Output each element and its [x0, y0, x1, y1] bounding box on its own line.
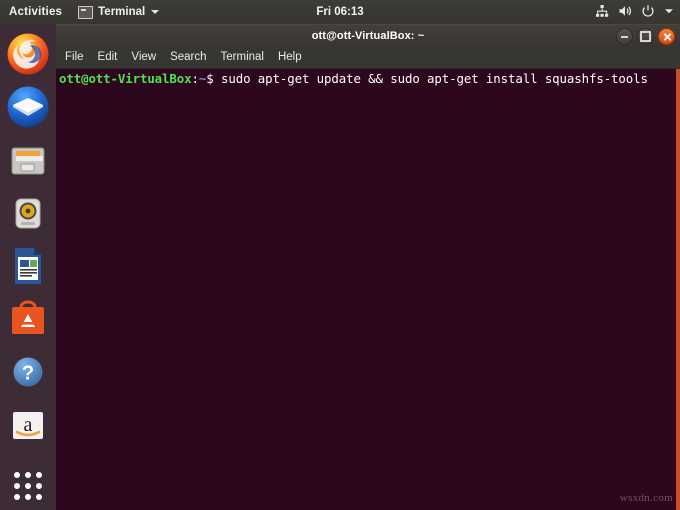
launcher-item-firefox[interactable]	[4, 30, 52, 77]
launcher-item-amazon[interactable]: a	[4, 402, 52, 449]
terminal-output-area[interactable]: ott@ott-VirtualBox:~$ sudo apt-get updat…	[56, 69, 680, 510]
terminal-icon	[78, 5, 94, 19]
amazon-icon: a	[13, 412, 43, 440]
prompt-sigil: $	[206, 71, 214, 86]
maximize-button[interactable]	[637, 28, 654, 45]
svg-text:a: a	[24, 414, 33, 436]
thunderbird-icon	[7, 86, 49, 128]
window-title: ott@ott-VirtualBox: ~	[311, 29, 425, 42]
system-indicators	[595, 4, 674, 21]
desktop: Activities Terminal Fri 06:13 ? a ott@ot…	[0, 0, 680, 510]
close-button[interactable]	[658, 28, 675, 45]
minimize-button[interactable]	[616, 28, 633, 45]
ubuntu-software-icon	[12, 300, 44, 335]
terminal-command-space	[214, 71, 221, 86]
app-menu-label: Terminal	[98, 6, 146, 18]
menu-item-terminal[interactable]: Terminal	[221, 46, 264, 68]
launcher-item-thunderbird[interactable]	[4, 83, 52, 130]
window-controls	[616, 28, 675, 45]
menu-item-view[interactable]: View	[131, 46, 156, 68]
libreoffice-writer-icon	[15, 247, 41, 284]
launcher-item-ubuntu-software[interactable]	[4, 296, 52, 343]
terminal-titlebar[interactable]: ott@ott-VirtualBox: ~	[56, 24, 680, 46]
help-icon: ?	[13, 357, 43, 387]
activities-button[interactable]: Activities	[0, 0, 72, 24]
launcher-item-show-applications[interactable]	[4, 463, 52, 510]
top-bar: Activities Terminal Fri 06:13	[0, 0, 680, 24]
files-icon	[11, 147, 45, 175]
terminal-window: ott@ott-VirtualBox: ~ File Edit View Sea…	[56, 24, 680, 510]
launcher-dock: ? a	[0, 24, 56, 510]
terminal-command: sudo apt-get update && sudo apt-get inst…	[220, 71, 648, 86]
network-icon[interactable]	[595, 4, 609, 21]
svg-text:?: ?	[22, 363, 34, 385]
launcher-item-rhythmbox[interactable]	[4, 189, 52, 236]
menu-item-search[interactable]: Search	[170, 46, 206, 68]
prompt-user-host: ott@ott-VirtualBox	[59, 71, 192, 86]
launcher-item-libreoffice-writer[interactable]	[4, 242, 52, 289]
app-menu-terminal[interactable]: Terminal	[72, 0, 165, 24]
power-icon[interactable]	[641, 4, 655, 21]
prompt-colon: :	[191, 71, 199, 86]
launcher-item-help[interactable]: ?	[4, 349, 52, 396]
menu-item-help[interactable]: Help	[278, 46, 302, 68]
chevron-down-icon	[151, 10, 160, 14]
volume-icon[interactable]	[618, 4, 632, 21]
menu-item-file[interactable]: File	[65, 46, 84, 68]
show-applications-icon	[14, 472, 42, 501]
firefox-icon	[7, 33, 49, 75]
menu-item-edit[interactable]: Edit	[98, 46, 118, 68]
terminal-menubar: File Edit View Search Terminal Help	[56, 46, 680, 69]
chevron-down-icon[interactable]	[664, 6, 674, 19]
terminal-line: ott@ott-VirtualBox:~$ sudo apt-get updat…	[59, 71, 674, 86]
launcher-item-files[interactable]	[4, 136, 52, 183]
rhythmbox-icon	[15, 198, 41, 229]
